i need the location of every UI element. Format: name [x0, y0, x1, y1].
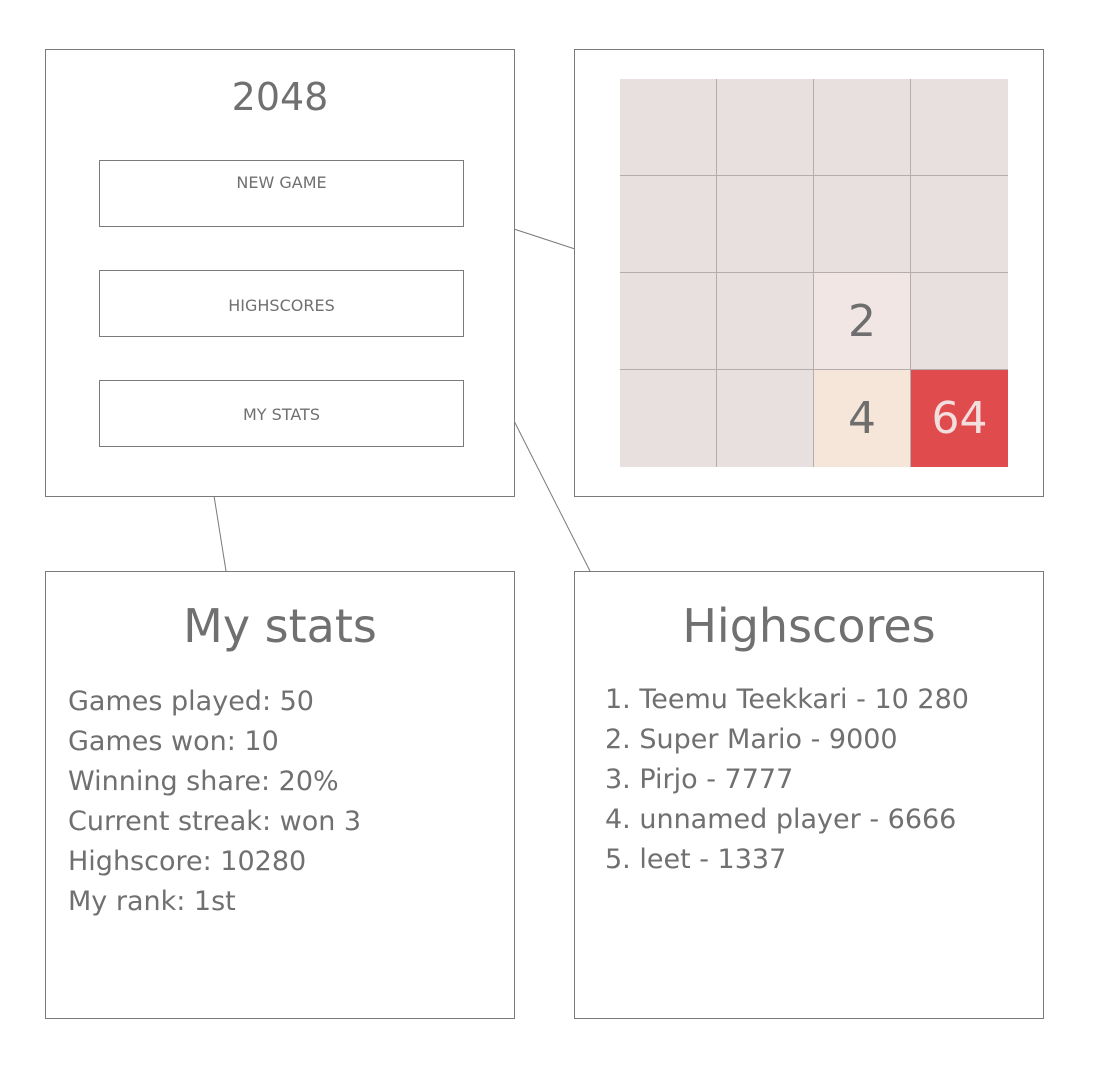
board-cell	[620, 370, 717, 467]
stat-games-played: Games played: 50	[68, 686, 314, 717]
stat-rank: My rank: 1st	[68, 886, 236, 917]
highscores-button[interactable]: HIGHSCORES	[99, 270, 464, 337]
board-cell	[620, 273, 717, 370]
board-cell	[717, 273, 814, 370]
board-cell	[814, 176, 911, 273]
stat-highscore: Highscore: 10280	[68, 846, 307, 877]
highscore-entry: 1. Teemu Teekkari - 10 280	[605, 684, 969, 715]
board-tile-2: 2	[814, 273, 911, 370]
highscore-entry: 4. unnamed player - 6666	[605, 804, 957, 835]
game-board-screen: 2 4 64	[574, 49, 1044, 497]
highscores-list: 1. Teemu Teekkari - 10 280 2. Super Mari…	[605, 680, 969, 880]
game-title: 2048	[231, 75, 329, 119]
board-cell	[911, 176, 1008, 273]
game-board[interactable]: 2 4 64	[620, 79, 1008, 467]
highscores-title: Highscores	[682, 599, 936, 653]
board-tile-4: 4	[814, 370, 911, 467]
board-cell	[717, 79, 814, 176]
board-cell	[814, 79, 911, 176]
board-cell	[620, 79, 717, 176]
board-cell	[717, 370, 814, 467]
highscores-screen: Highscores 1. Teemu Teekkari - 10 280 2.…	[574, 571, 1044, 1019]
board-tile-64: 64	[911, 370, 1008, 467]
highscore-entry: 2. Super Mario - 9000	[605, 724, 898, 755]
my-stats-screen: My stats Games played: 50 Games won: 10 …	[45, 571, 515, 1019]
stat-games-won: Games won: 10	[68, 726, 279, 757]
board-cell	[620, 176, 717, 273]
highscore-entry: 5. leet - 1337	[605, 844, 787, 875]
my-stats-button[interactable]: MY STATS	[99, 380, 464, 447]
board-cell	[911, 273, 1008, 370]
stat-current-streak: Current streak: won 3	[68, 806, 362, 837]
highscore-entry: 3. Pirjo - 7777	[605, 764, 794, 795]
stat-winning-share: Winning share: 20%	[68, 766, 339, 797]
board-cell	[717, 176, 814, 273]
my-stats-title: My stats	[183, 599, 377, 653]
stats-list: Games played: 50 Games won: 10 Winning s…	[68, 682, 361, 922]
new-game-button[interactable]: NEW GAME	[99, 160, 464, 227]
main-menu-screen: 2048 NEW GAME HIGHSCORES MY STATS	[45, 49, 515, 497]
board-cell	[911, 79, 1008, 176]
